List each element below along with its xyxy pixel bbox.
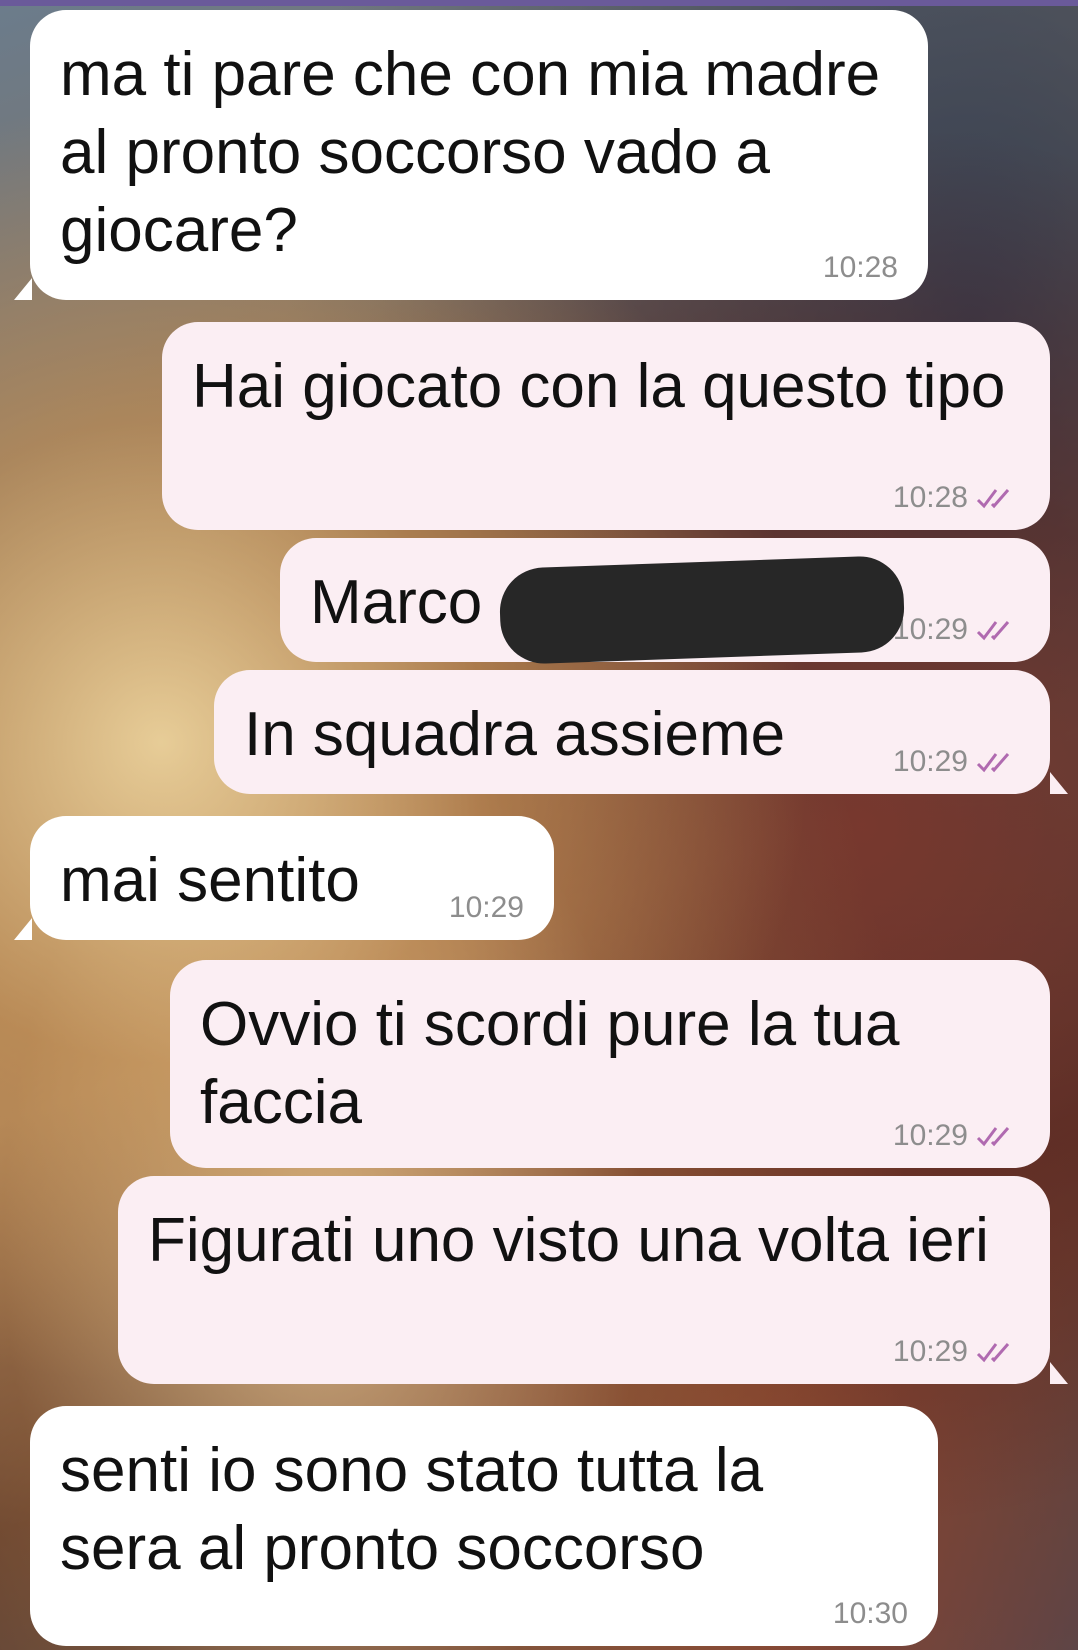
message-bubble-outgoing[interactable]: In squadra assieme 10:29: [214, 670, 1050, 794]
redaction-mark: [498, 554, 906, 666]
message-meta: 10:29: [893, 1118, 1020, 1154]
message-meta: 10:28: [823, 250, 898, 286]
message-time: 10:30: [832, 1597, 908, 1630]
message-meta: 10:28: [893, 480, 1020, 516]
double-check-icon: [976, 621, 1010, 641]
message-time: 10:28: [892, 481, 968, 514]
message-bubble-incoming[interactable]: senti io sono stato tutta la sera al pro…: [30, 1406, 938, 1646]
double-check-icon: [976, 1343, 1010, 1363]
message-bubble-incoming[interactable]: mai sentito 10:29: [30, 816, 554, 940]
message-text: ma ti pare che con mia madre al pronto s…: [60, 40, 881, 265]
top-bar-edge: [0, 0, 1078, 6]
double-check-icon: [976, 1127, 1010, 1147]
message-time: 10:29: [892, 613, 968, 646]
bubble-tail: [14, 918, 32, 940]
message-text: Hai giocato con la questo tipo: [192, 352, 1006, 421]
bubble-tail: [1050, 1362, 1068, 1384]
message-bubble-incoming[interactable]: ma ti pare che con mia madre al pronto s…: [30, 10, 928, 300]
message-time: 10:29: [892, 745, 968, 778]
bubble-tail: [1050, 772, 1068, 794]
message-time: 10:28: [822, 251, 898, 284]
double-check-icon: [976, 489, 1010, 509]
message-time: 10:29: [892, 1119, 968, 1152]
message-meta: 10:30: [833, 1596, 908, 1632]
message-meta: 10:29: [893, 744, 1020, 780]
bubble-tail: [14, 278, 32, 300]
message-meta: 10:29: [449, 890, 524, 926]
message-bubble-outgoing[interactable]: Hai giocato con la questo tipo 10:28: [162, 322, 1050, 530]
message-time: 10:29: [892, 1335, 968, 1368]
message-text: Figurati uno visto una volta ieri: [148, 1206, 989, 1275]
message-time: 10:29: [448, 891, 524, 924]
message-text: senti io sono stato tutta la sera al pro…: [60, 1436, 764, 1583]
double-check-icon: [976, 753, 1010, 773]
message-meta: 10:29: [893, 1334, 1020, 1370]
message-meta: 10:29: [893, 612, 1020, 648]
message-bubble-outgoing[interactable]: Ovvio ti scordi pure la tua faccia 10:29: [170, 960, 1050, 1168]
message-bubble-outgoing[interactable]: Figurati uno visto una volta ieri 10:29: [118, 1176, 1050, 1384]
